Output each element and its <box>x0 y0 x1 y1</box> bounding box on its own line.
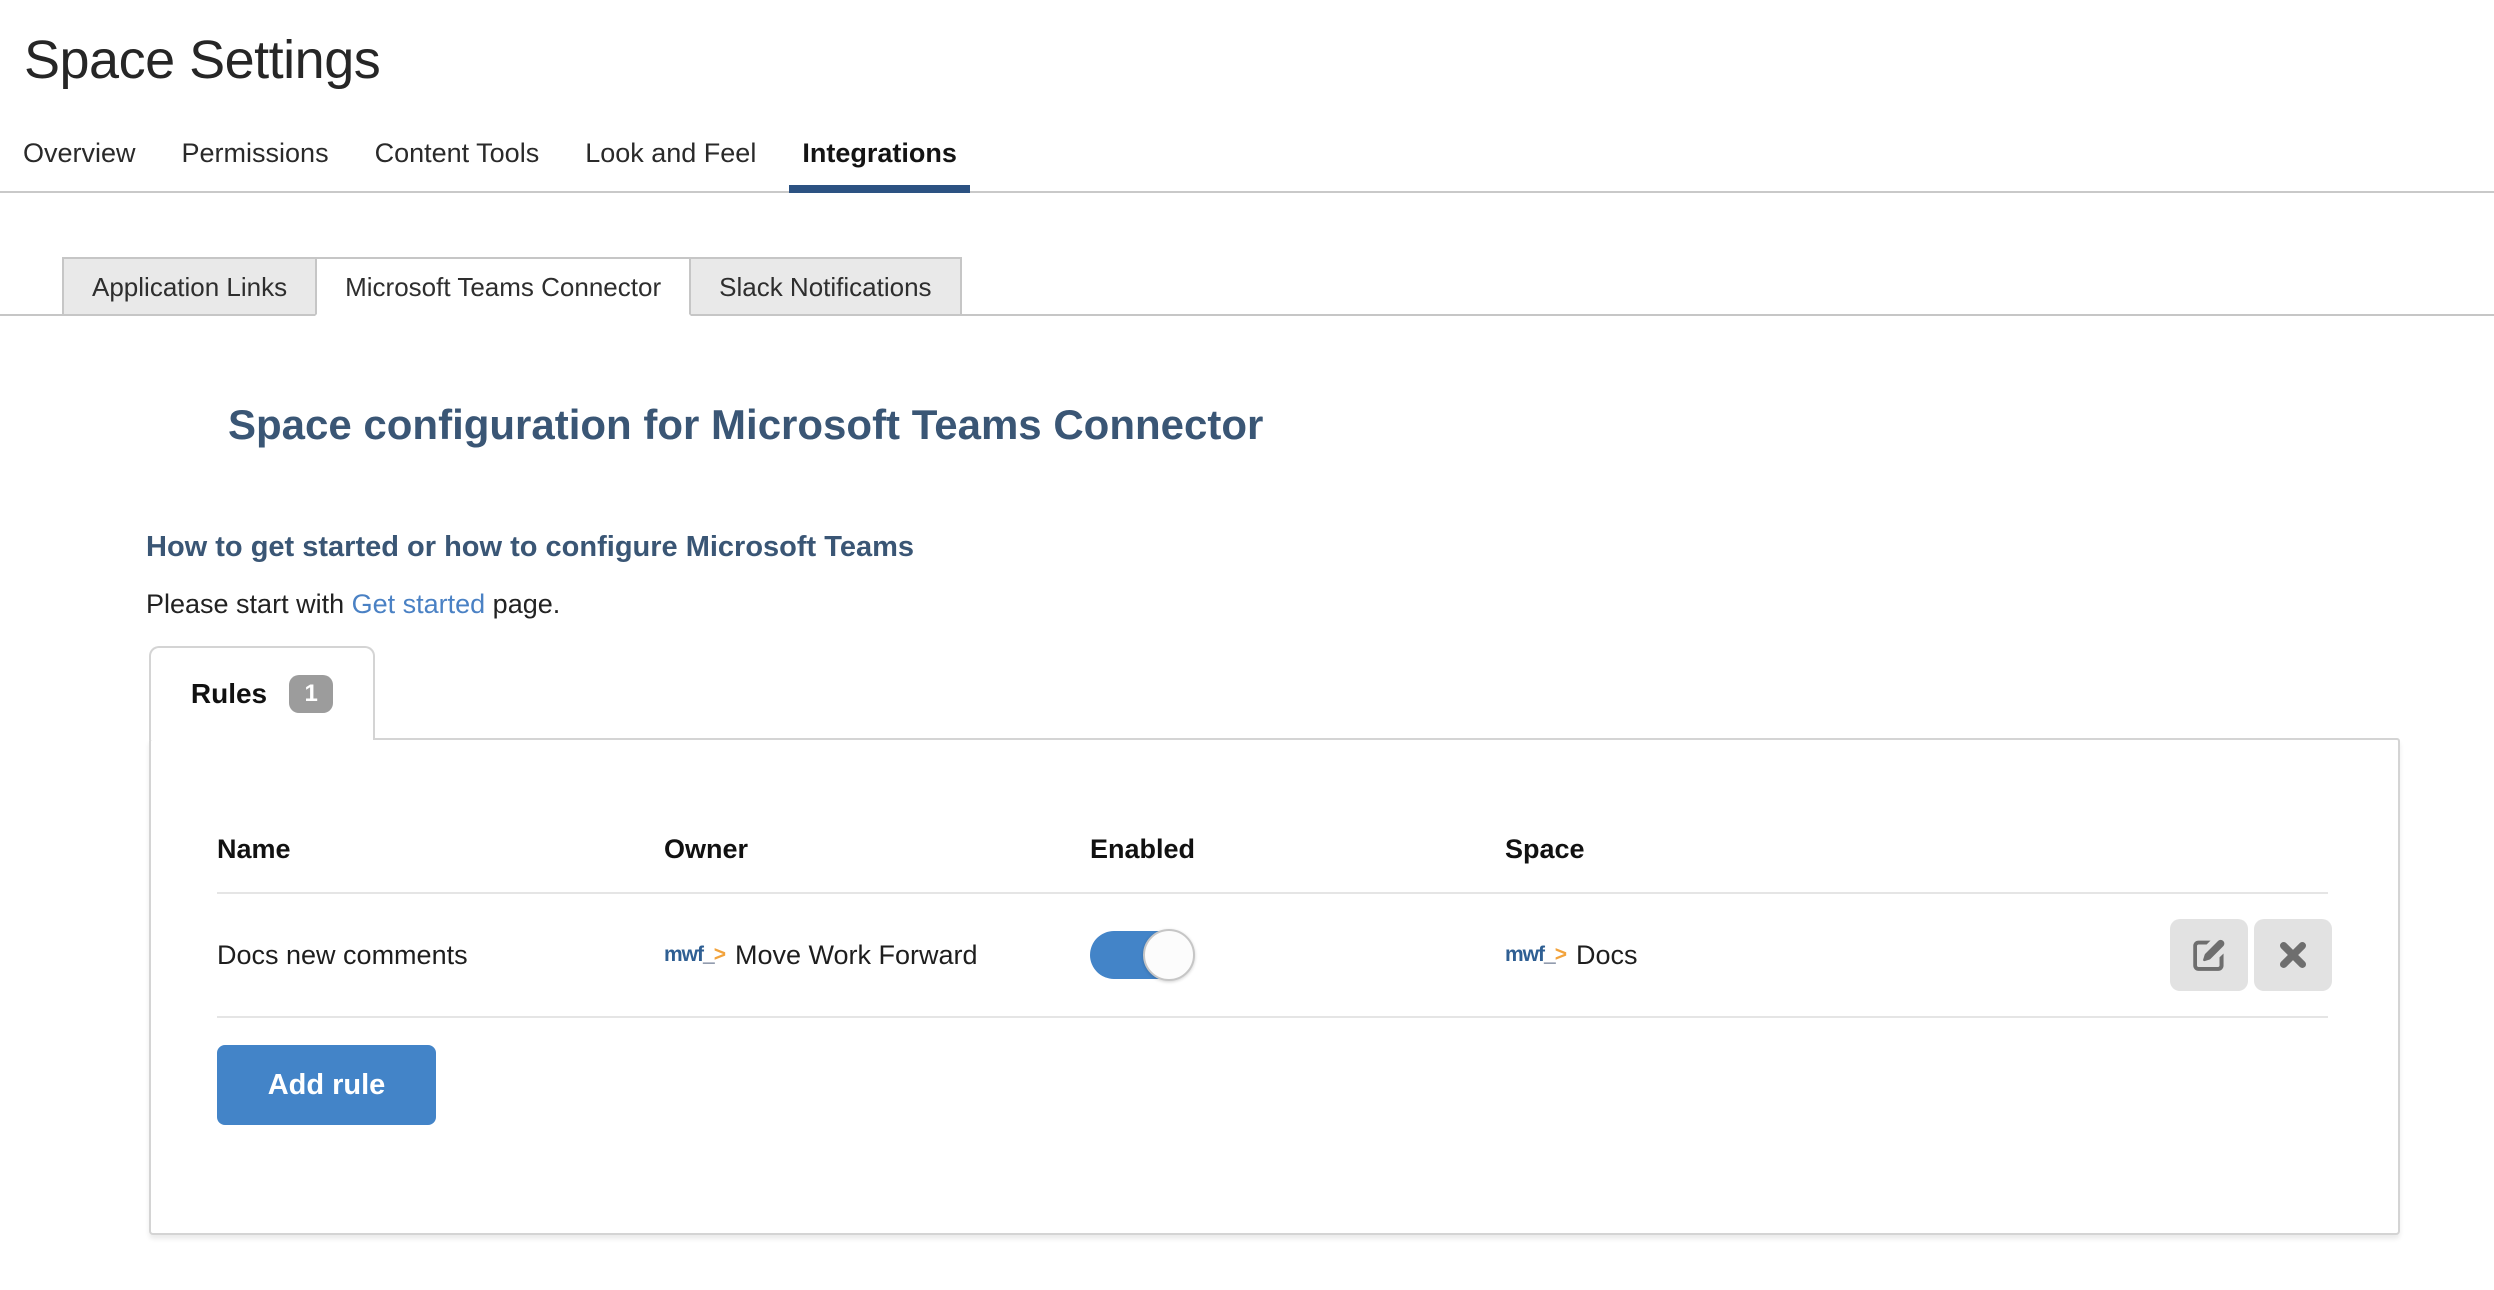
rule-space: mwf_> Docs <box>1505 939 2165 971</box>
tab-integrations[interactable]: Integrations <box>789 138 970 193</box>
rules-count-badge: 1 <box>289 675 333 713</box>
intro-text-before: Please start with <box>146 589 352 619</box>
howto-heading: How to get started or how to configure M… <box>146 530 2494 564</box>
rule-space-name: Docs <box>1576 939 1638 971</box>
column-header-enabled: Enabled <box>1090 834 1505 865</box>
section-heading: Space configuration for Microsoft Teams … <box>228 400 2494 450</box>
rule-name: Docs new comments <box>217 939 664 971</box>
x-mark-icon <box>2277 939 2309 971</box>
rules-table-header: Name Owner Enabled Space <box>217 740 2328 894</box>
tab-content-tools[interactable]: Content Tools <box>362 138 553 191</box>
edit-rule-button[interactable] <box>2170 919 2248 991</box>
toggle-knob <box>1143 929 1195 981</box>
tab-permissions[interactable]: Permissions <box>169 138 342 191</box>
mwf-logo: mwf_> <box>1505 939 1566 971</box>
rules-tab[interactable]: Rules 1 <box>149 646 375 740</box>
column-header-name: Name <box>217 834 664 865</box>
column-header-space: Space <box>1505 834 2165 865</box>
delete-rule-button[interactable] <box>2254 919 2332 991</box>
rules-tab-label: Rules <box>191 678 267 710</box>
rule-owner: mwf_> Move Work Forward <box>664 939 1090 971</box>
space-settings-tabs: Overview Permissions Content Tools Look … <box>0 138 2494 193</box>
intro-text-after: page. <box>485 589 560 619</box>
integrations-sub-tabs: Application Links Microsoft Teams Connec… <box>0 257 2494 316</box>
tab-overview[interactable]: Overview <box>10 138 149 191</box>
tab-slack-notifications[interactable]: Slack Notifications <box>689 257 961 316</box>
rule-actions <box>2165 919 2332 991</box>
rule-owner-name: Move Work Forward <box>735 939 978 971</box>
rule-enabled-toggle[interactable] <box>1090 931 1192 979</box>
column-header-owner: Owner <box>664 834 1090 865</box>
column-header-actions <box>2165 834 2332 865</box>
tab-microsoft-teams-connector[interactable]: Microsoft Teams Connector <box>315 257 691 316</box>
mwf-logo: mwf_> <box>664 939 725 971</box>
tab-look-and-feel[interactable]: Look and Feel <box>572 138 769 191</box>
rule-enabled-cell <box>1090 931 1505 979</box>
rules-panel: Name Owner Enabled Space Docs new commen… <box>149 738 2400 1235</box>
get-started-link[interactable]: Get started <box>352 589 486 619</box>
page-title: Space Settings <box>0 0 2494 90</box>
pencil-square-icon <box>2191 937 2227 973</box>
intro-text: Please start with Get started page. <box>146 588 2494 620</box>
add-rule-button[interactable]: Add rule <box>217 1045 436 1125</box>
table-row: Docs new comments mwf_> Move Work Forwar… <box>217 894 2328 1018</box>
tab-application-links[interactable]: Application Links <box>62 257 317 316</box>
